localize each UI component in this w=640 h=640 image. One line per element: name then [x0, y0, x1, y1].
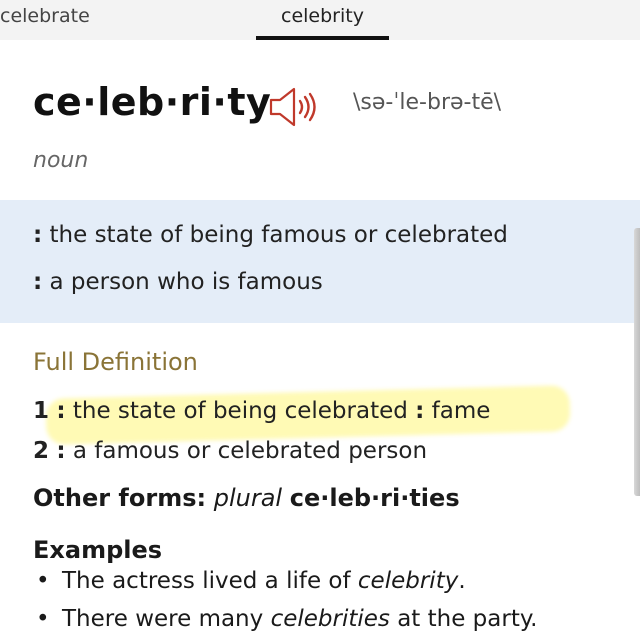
active-tab-indicator: [256, 36, 389, 40]
headword: ce·leb·ri·ty: [33, 80, 272, 124]
scrollbar[interactable]: [634, 228, 640, 496]
part-of-speech: noun: [33, 148, 89, 173]
definition-marker: :: [33, 269, 43, 295]
example-item: • The actress lived a life of celebrity.: [36, 568, 466, 594]
short-definition: : a person who is famous: [33, 269, 323, 295]
tab-celebrate[interactable]: celebrate: [0, 5, 90, 27]
sense-number: 2: [33, 438, 50, 464]
definition-marker: :: [56, 398, 66, 424]
plural-qualifier: plural: [213, 484, 283, 512]
short-definitions: : the state of being famous or celebrate…: [0, 200, 640, 323]
tab-bar: celebrate celebrity: [0, 0, 640, 40]
other-forms: Other forms: plural ce·leb·ri·ties: [33, 484, 460, 512]
example-text-end: .: [458, 568, 466, 594]
synonym-marker: :: [415, 398, 425, 424]
example-item: • There were many celebrities at the part…: [36, 606, 538, 632]
bullet-icon: •: [36, 606, 50, 632]
definition-text: the state of being famous or celebrated: [49, 222, 508, 248]
example-text: The actress lived a life of: [62, 568, 358, 594]
full-definition-title: Full Definition: [33, 348, 198, 376]
other-forms-label: Other forms:: [33, 484, 207, 512]
sense-1: 1 : the state of being celebrated : fame: [33, 398, 490, 424]
synonym-link[interactable]: fame: [432, 398, 491, 424]
example-term: celebrities: [270, 606, 390, 632]
short-definition: : the state of being famous or celebrate…: [33, 222, 508, 248]
tab-celebrity[interactable]: celebrity: [281, 5, 364, 27]
sense-text: the state of being celebrated: [72, 398, 408, 424]
example-text-end: at the party.: [389, 606, 538, 632]
sense-2: 2 : a famous or celebrated person: [33, 438, 427, 464]
speaker-audio-icon[interactable]: [268, 86, 324, 128]
example-term: celebrity: [357, 568, 459, 594]
plural-form: ce·leb·ri·ties: [289, 484, 460, 512]
examples-title: Examples: [33, 536, 163, 564]
definition-marker: :: [56, 438, 66, 464]
pronunciation: \sə-ˈle-brə-tē\: [353, 90, 502, 115]
definition-text: a person who is famous: [49, 269, 323, 295]
sense-number: 1: [33, 398, 50, 424]
example-text: There were many: [62, 606, 271, 632]
definition-marker: :: [33, 222, 43, 248]
sense-text: a famous or celebrated person: [72, 438, 428, 464]
bullet-icon: •: [36, 568, 50, 594]
